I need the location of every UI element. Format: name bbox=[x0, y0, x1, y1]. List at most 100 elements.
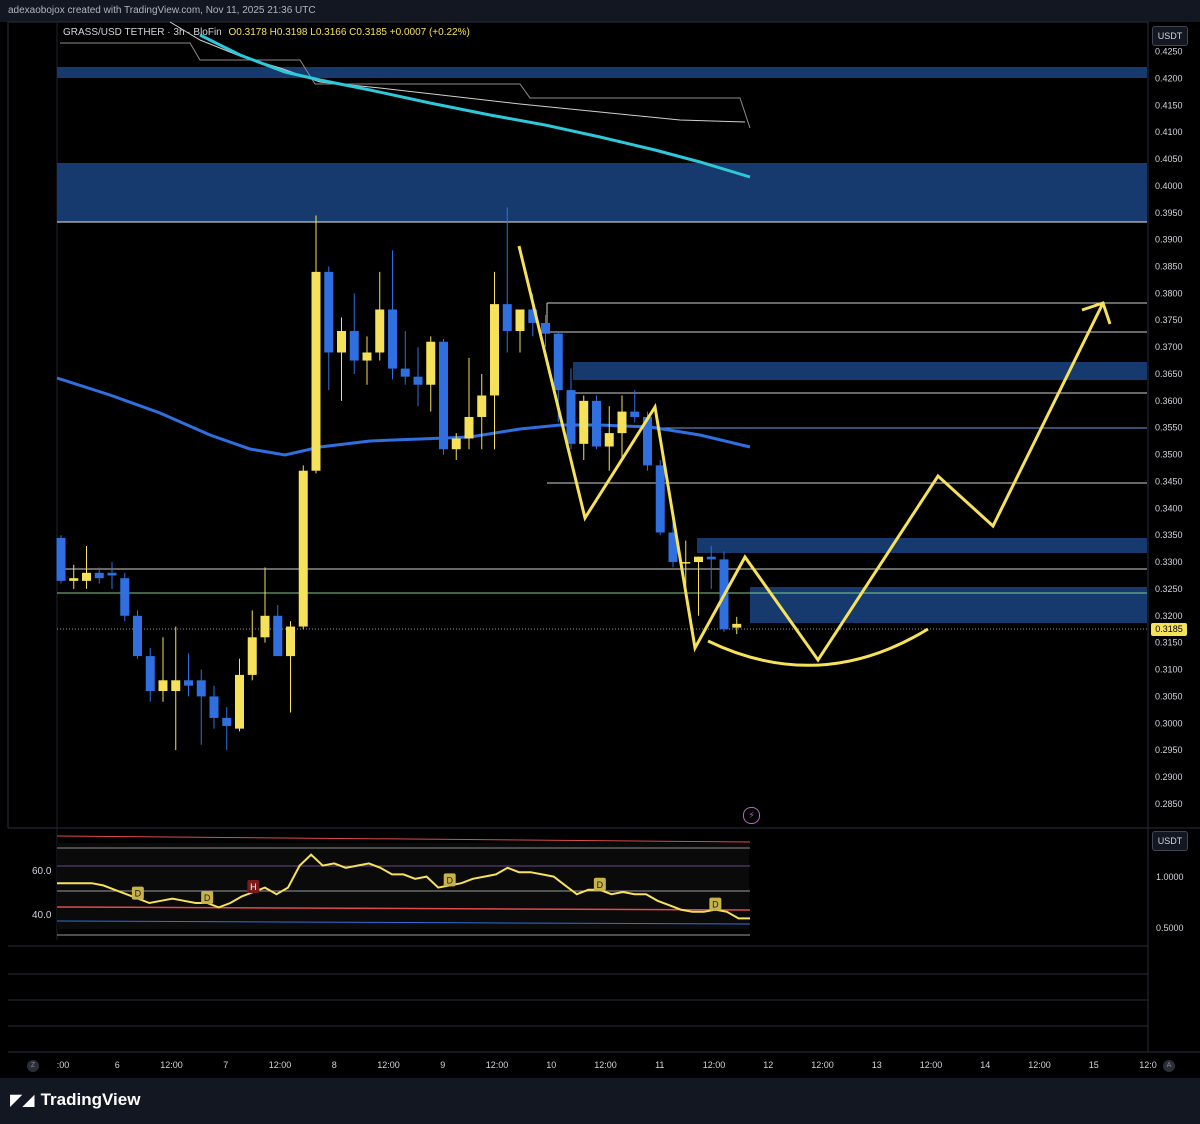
auto-scale-icon[interactable]: A bbox=[1163, 1060, 1175, 1072]
time-tick-label: 12:00 bbox=[703, 1060, 726, 1070]
price-chart[interactable]: D DHD DD 60.0 40.0 1.0000 0.5000 0.42500.4… bbox=[0, 0, 1200, 1124]
price-tick-label: 0.3300 bbox=[1155, 557, 1183, 567]
candle-body bbox=[235, 674, 244, 729]
candle-body bbox=[439, 341, 448, 450]
candle-body bbox=[630, 411, 640, 417]
candle-body bbox=[196, 680, 206, 697]
ind-label-40: 40.0 bbox=[32, 910, 52, 921]
time-tick-label: 12:00 bbox=[594, 1060, 617, 1070]
ind-tick-05: 0.5000 bbox=[1156, 923, 1184, 933]
indicator-marker-label: D bbox=[204, 893, 211, 903]
candle-body bbox=[260, 615, 270, 638]
symbol-name: GRASS/USD TETHER · 3h · BloFin bbox=[63, 27, 222, 38]
candle-body bbox=[247, 637, 257, 675]
price-tick-label: 0.3050 bbox=[1155, 691, 1183, 701]
candle-body bbox=[349, 330, 359, 361]
candle-body bbox=[706, 556, 716, 560]
price-tick-label: 0.3450 bbox=[1155, 476, 1183, 486]
candle-body bbox=[681, 562, 691, 564]
indicator-unit-badge[interactable]: USDT bbox=[1152, 831, 1188, 851]
candle-body bbox=[82, 572, 91, 581]
candle-body bbox=[375, 309, 385, 353]
candle-body bbox=[311, 271, 321, 471]
time-tick-label: 12:00 bbox=[920, 1060, 943, 1070]
candle-body bbox=[324, 271, 334, 353]
price-tick-label: 0.4250 bbox=[1155, 47, 1183, 57]
tradingview-mark-icon: ◤◢ bbox=[10, 1092, 35, 1109]
price-tick-label: 0.3900 bbox=[1155, 235, 1183, 245]
candle-body bbox=[515, 309, 525, 331]
candle-body bbox=[477, 395, 487, 417]
zone-support bbox=[750, 587, 1147, 623]
price-tick-label: 0.3600 bbox=[1155, 396, 1183, 406]
time-tick-label: 7 bbox=[223, 1060, 228, 1070]
time-tick-label: 8 bbox=[332, 1060, 337, 1070]
price-tick-label: 0.2900 bbox=[1155, 772, 1183, 782]
candle-body bbox=[426, 341, 436, 385]
candle-body bbox=[286, 626, 295, 657]
time-tick-label: 13 bbox=[872, 1060, 882, 1070]
price-tick-label: 0.4050 bbox=[1155, 154, 1183, 164]
ind-tick-1: 1.0000 bbox=[1156, 872, 1184, 882]
time-tick-label: :00 bbox=[57, 1060, 70, 1070]
time-tick-label: 12 bbox=[763, 1060, 773, 1070]
price-tick-label: 0.3350 bbox=[1155, 530, 1183, 540]
footer-bar bbox=[0, 1078, 1200, 1124]
candle-body bbox=[56, 537, 66, 581]
price-tick-label: 0.3750 bbox=[1155, 315, 1183, 325]
indicator-marker-label: D bbox=[712, 900, 719, 910]
candle-body bbox=[273, 615, 283, 657]
price-tick-label: 0.3400 bbox=[1155, 503, 1183, 513]
candle-body bbox=[184, 680, 193, 686]
candle-body bbox=[694, 556, 703, 563]
candle-body bbox=[362, 352, 372, 361]
candle-body bbox=[413, 376, 423, 385]
price-tick-label: 0.4100 bbox=[1155, 127, 1183, 137]
ma-thin-gray bbox=[60, 42, 751, 129]
indicator-marker-label: D bbox=[597, 880, 604, 890]
candle-body bbox=[69, 578, 79, 581]
price-tick-label: 0.3000 bbox=[1155, 718, 1183, 728]
candle-body bbox=[490, 304, 499, 396]
candle-body bbox=[388, 309, 397, 369]
time-axis-ticks: :00 6 12:00 7 12:00 8 12:00 9 12:00 10 12:00 11 12:0… bbox=[57, 1060, 1157, 1070]
zone-mid bbox=[697, 538, 1147, 553]
candle-body bbox=[541, 322, 550, 334]
zoom-icon[interactable]: Z bbox=[27, 1060, 39, 1072]
time-tick-label: 12:00 bbox=[486, 1060, 509, 1070]
candle-body bbox=[171, 680, 181, 692]
candle-body bbox=[107, 572, 117, 576]
candle-body bbox=[566, 390, 576, 444]
candle-body bbox=[655, 465, 665, 533]
price-unit-badge[interactable]: USDT bbox=[1152, 26, 1188, 46]
time-tick-label: 12:00 bbox=[269, 1060, 292, 1070]
price-tick-label: 0.4150 bbox=[1155, 100, 1183, 110]
price-axis-ticks: 0.4250 0.4200 0.4150 0.4100 0.4050 0.4000 0.39… bbox=[1155, 47, 1183, 809]
candle-body bbox=[464, 416, 474, 439]
zone-upper-wide bbox=[57, 163, 1147, 222]
symbol-legend: GRASS/USD TETHER · 3h · BloFin O0.3178 H… bbox=[63, 27, 470, 38]
indicator-marker-label: H bbox=[250, 882, 257, 892]
candle-body bbox=[451, 438, 461, 450]
price-tick-label: 0.3250 bbox=[1155, 584, 1183, 594]
price-tick-label: 0.4200 bbox=[1155, 73, 1183, 83]
price-tick-label: 0.3850 bbox=[1155, 262, 1183, 272]
time-tick-label: 12:00 bbox=[377, 1060, 400, 1070]
candle-body bbox=[298, 470, 308, 627]
indicator-marker-label: D bbox=[446, 875, 453, 885]
price-tick-label: 0.4000 bbox=[1155, 181, 1183, 191]
indicator-band bbox=[57, 843, 749, 929]
time-tick-label: 12:00 bbox=[160, 1060, 183, 1070]
candle-body bbox=[502, 304, 512, 331]
price-tick-label: 0.3200 bbox=[1155, 611, 1183, 621]
price-tick-label: 0.3650 bbox=[1155, 369, 1183, 379]
arrow-head bbox=[1081, 301, 1112, 325]
candle-body bbox=[400, 368, 410, 377]
lightning-icon[interactable]: ⚡ bbox=[743, 807, 760, 824]
candles-group bbox=[56, 207, 742, 751]
candle-body bbox=[592, 400, 601, 447]
price-tick-label: 0.3150 bbox=[1155, 638, 1183, 648]
time-tick-label: 12:00 bbox=[1028, 1060, 1051, 1070]
last-price-badge: 0.3185 bbox=[1151, 623, 1187, 636]
time-tick-label: 12:00 bbox=[811, 1060, 834, 1070]
